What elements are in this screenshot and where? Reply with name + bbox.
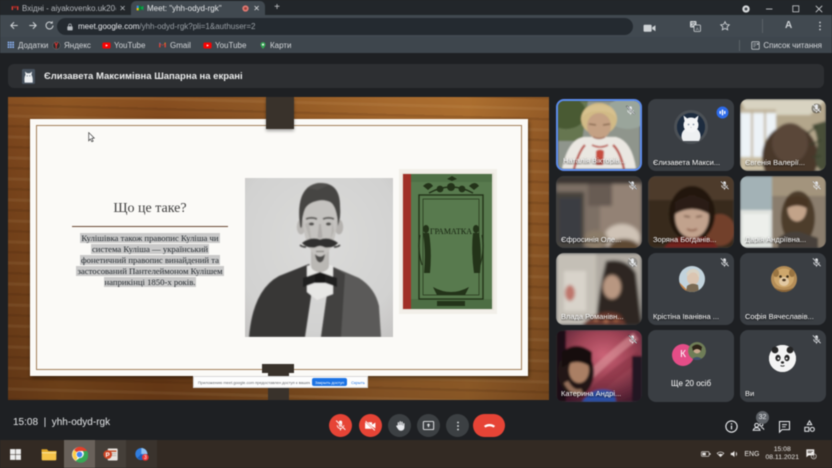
- svg-text:P: P: [105, 451, 109, 458]
- svg-text:A: A: [696, 26, 699, 31]
- svg-text:1: 1: [813, 455, 815, 459]
- svg-text:3: 3: [143, 455, 146, 461]
